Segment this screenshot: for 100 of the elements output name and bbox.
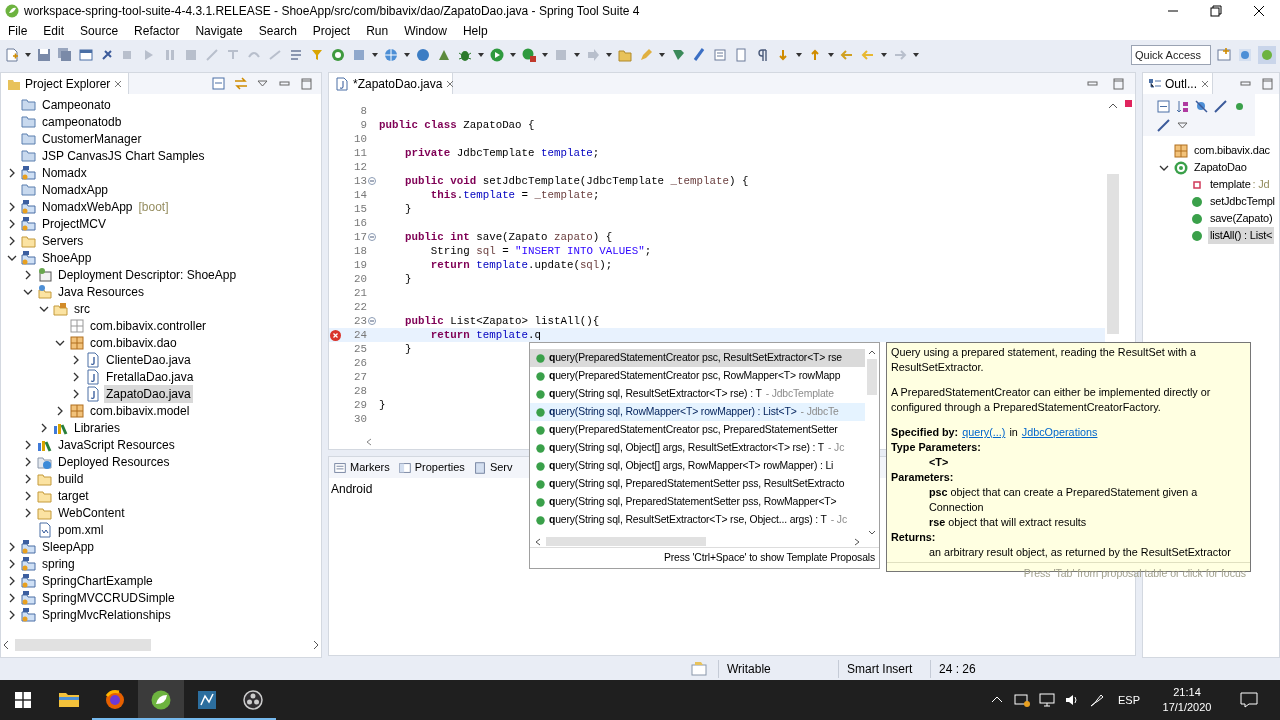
- maximize-icon[interactable]: [1261, 76, 1275, 91]
- tree-item[interactable]: Deployment Descriptor: ShoeApp: [56, 265, 239, 284]
- tree-item[interactable]: listAll() : List<: [1208, 227, 1275, 244]
- completion-item[interactable]: query(PreparedStatementCreator psc, ResultSetExtractor<T> rse: [530, 349, 865, 367]
- tree-item[interactable]: SpringChartExample: [40, 571, 155, 590]
- interface-link[interactable]: JdbcOperations: [1021, 425, 1098, 440]
- tree-item[interactable]: Java Resources: [56, 282, 147, 301]
- completion-item[interactable]: query(String sql, PreparedStatementSetter pss, RowMapper<T>: [530, 493, 865, 511]
- completion-item[interactable]: query(String sql, Object[] args, ResultSetExtractor<T> rse) : T - Jc: [530, 439, 865, 457]
- tree-item[interactable]: template: [1208, 176, 1253, 193]
- globe-icon[interactable]: [415, 47, 431, 63]
- tree-item[interactable]: JSP CanvasJS Chart Samples: [40, 146, 207, 165]
- new-file-icon[interactable]: [4, 47, 20, 63]
- completion-item[interactable]: query(String sql, ResultSetExtractor<T> rse) : T - JdbcTemplate: [530, 385, 865, 403]
- tree-item[interactable]: Campeonato: [40, 95, 113, 114]
- speaker-icon[interactable]: [1064, 692, 1080, 708]
- collapse-all-icon[interactable]: [1157, 100, 1170, 113]
- tree-item[interactable]: campeonatodb: [40, 112, 124, 131]
- completion-item[interactable]: query(String sql, Object[] args, RowMapper<T> rowMapper) : Li: [530, 457, 865, 475]
- completion-item[interactable]: query(String sql, RowMapper<T> rowMapper) : List<T> - JdbcTe: [530, 403, 865, 421]
- tree-item[interactable]: target: [56, 486, 91, 505]
- browser-icon[interactable]: [103, 688, 127, 712]
- menu-item[interactable]: Navigate: [187, 22, 251, 40]
- list-icon[interactable]: [288, 47, 304, 63]
- notification-icon[interactable]: [1240, 692, 1258, 708]
- scroll-down-icon[interactable]: [868, 529, 876, 536]
- panel-tab[interactable]: Properties: [414, 459, 465, 476]
- maximize-icon[interactable]: [299, 75, 315, 92]
- tree-item[interactable]: build: [56, 469, 86, 488]
- menu-item[interactable]: Search: [250, 22, 305, 40]
- globe-icon[interactable]: [383, 47, 399, 63]
- caret-icon[interactable]: [542, 53, 548, 57]
- menu-item[interactable]: Help: [454, 22, 496, 40]
- tree-item[interactable]: SpringMVCCRUDSimple: [40, 588, 177, 607]
- tree-item[interactable]: JavaScript Resources: [56, 435, 177, 454]
- leaf-icon[interactable]: [149, 688, 173, 712]
- maximize-icon[interactable]: [1111, 75, 1127, 92]
- completion-item[interactable]: query(PreparedStatementCreator psc, PreparedStatementSetter: [530, 421, 865, 439]
- database-icon[interactable]: [195, 688, 219, 712]
- tree-item[interactable]: ZapatoDao: [1192, 159, 1249, 176]
- tree-item[interactable]: ZapatoDao.java: [104, 384, 193, 403]
- scroll-right-icon[interactable]: [853, 537, 861, 546]
- java-perspective-icon[interactable]: [1237, 47, 1253, 63]
- horizontal-scrollbar[interactable]: [546, 537, 706, 546]
- tree-item[interactable]: spring: [40, 554, 77, 573]
- tree-item[interactable]: Libraries: [72, 418, 123, 437]
- caret-icon[interactable]: [574, 53, 580, 57]
- tree-item[interactable]: Nomadx: [40, 163, 89, 182]
- menu-item[interactable]: Project: [304, 22, 359, 40]
- vertical-scrollbar[interactable]: [1107, 174, 1119, 334]
- tree-item[interactable]: WebContent: [56, 503, 127, 522]
- hide-non-public-icon[interactable]: [1233, 100, 1246, 113]
- menu-item[interactable]: Window: [396, 22, 455, 40]
- caret-icon[interactable]: [372, 53, 378, 57]
- run-external-icon[interactable]: [521, 47, 537, 63]
- tree-item[interactable]: NomadxWebApp: [40, 197, 135, 216]
- tree-item[interactable]: ClienteDao.java: [104, 350, 193, 369]
- record-icon[interactable]: [241, 688, 265, 712]
- scroll-left-icon[interactable]: [1, 640, 11, 650]
- caret-icon[interactable]: [881, 53, 887, 57]
- hide-fields-icon[interactable]: [1195, 100, 1208, 113]
- caret-icon[interactable]: [828, 53, 834, 57]
- completion-item[interactable]: query(String sql, PreparedStatementSetter pss, ResultSetExtracto: [530, 475, 865, 493]
- tree-item[interactable]: NomadxApp: [40, 180, 111, 199]
- menu-item[interactable]: File: [0, 22, 36, 40]
- tree-item[interactable]: SleepApp: [40, 537, 97, 556]
- run-icon[interactable]: [489, 47, 505, 63]
- sort-icon[interactable]: [1176, 100, 1189, 113]
- tree-item[interactable]: ShoeApp: [40, 248, 94, 267]
- tree-item[interactable]: com.bibavix.model: [88, 401, 192, 420]
- tree-item[interactable]: src: [72, 299, 92, 318]
- menu-item[interactable]: Source: [72, 22, 127, 40]
- caret-icon[interactable]: [796, 53, 802, 57]
- tree-item[interactable]: FretallaDao.java: [104, 367, 196, 386]
- caret-icon[interactable]: [404, 53, 410, 57]
- caret-icon[interactable]: [913, 53, 919, 57]
- tree-item[interactable]: ProjectMCV: [40, 214, 108, 233]
- caret-icon[interactable]: [510, 53, 516, 57]
- network-icon[interactable]: [1014, 692, 1030, 708]
- completion-item[interactable]: query(PreparedStatementCreator psc, RowMapper<T> rowMapp: [530, 367, 865, 385]
- completion-item[interactable]: query(String sql, ResultSetExtractor<T> rse, Object... args) : T - Jc: [530, 511, 865, 529]
- panel-tab[interactable]: Markers: [350, 459, 390, 476]
- save-all-icon[interactable]: [57, 47, 73, 63]
- pen-icon[interactable]: [1089, 692, 1105, 708]
- terminal-icon[interactable]: [78, 47, 94, 63]
- caret-icon[interactable]: [25, 53, 31, 57]
- tree-item[interactable]: Deployed Resources: [56, 452, 172, 471]
- panel-tab[interactable]: Serv: [489, 459, 513, 476]
- save-icon[interactable]: [36, 47, 52, 63]
- scroll-right-icon[interactable]: [311, 640, 321, 650]
- windows-logo-icon[interactable]: [15, 692, 31, 708]
- language-indicator[interactable]: ESP: [1118, 691, 1140, 709]
- link-icon[interactable]: [233, 75, 249, 92]
- tree-item[interactable]: setJdbcTempl: [1208, 193, 1277, 210]
- tree-item[interactable]: save(Zapato): [1208, 210, 1275, 227]
- menu-item[interactable]: Edit: [35, 22, 73, 40]
- menu-item[interactable]: Refactor: [126, 22, 188, 40]
- caret-icon[interactable]: [659, 53, 665, 57]
- tree-item[interactable]: com.bibavix.dac: [1192, 142, 1272, 159]
- spring-boot-icon[interactable]: [330, 47, 346, 63]
